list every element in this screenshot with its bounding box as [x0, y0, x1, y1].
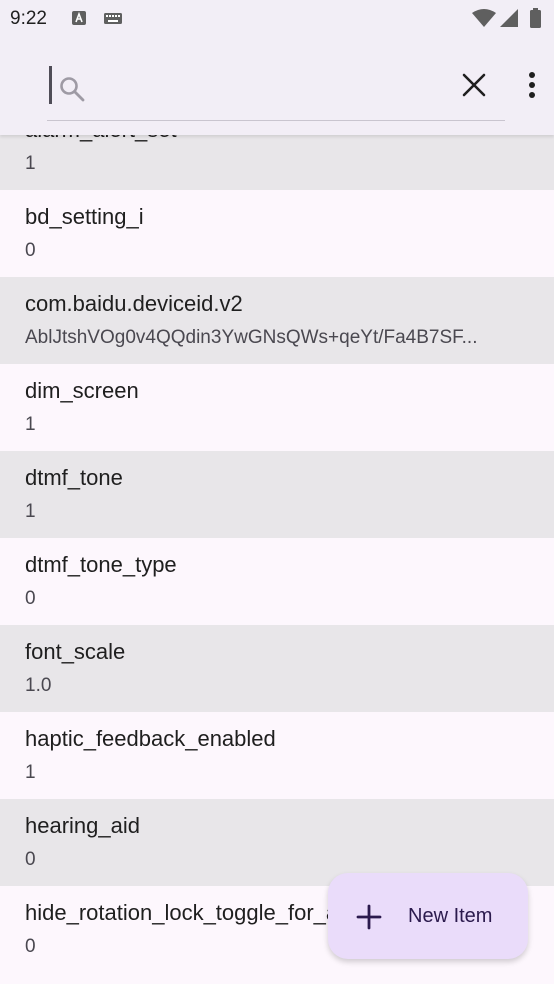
item-value: 1.0	[25, 675, 52, 696]
item-key: dim_screen	[25, 378, 139, 403]
item-value: 0	[25, 240, 36, 261]
item-value: 0	[25, 588, 36, 609]
list-item[interactable]: haptic_feedback_enabled 1	[0, 712, 554, 799]
new-item-label: New Item	[408, 905, 493, 927]
item-value: 1	[25, 414, 36, 435]
item-value: 1	[25, 153, 36, 174]
item-value: 0	[25, 849, 36, 870]
search-input[interactable]	[92, 64, 436, 110]
item-key: haptic_feedback_enabled	[25, 726, 276, 751]
more-vert-icon	[529, 72, 535, 98]
text-cursor	[49, 66, 52, 104]
more-options-button[interactable]	[514, 63, 550, 107]
item-key: dtmf_tone_type	[25, 552, 177, 577]
settings-list: alarm_alert_set 1 bd_setting_i 0 com.bai…	[0, 103, 554, 973]
item-value: 1	[25, 762, 36, 783]
screen: 9:22 1 bd_setting_i 0 com.baidu.deviceid…	[0, 0, 554, 984]
cell-signal-icon	[500, 9, 518, 27]
status-bar: 9:22	[0, 0, 554, 36]
plus-icon	[356, 904, 382, 930]
item-key: bd_setting_i	[25, 204, 144, 229]
item-key: hearing_aid	[25, 813, 140, 838]
list-item[interactable]: com.baidu.deviceid.v2 AblJtshVOg0v4QQdin…	[0, 277, 554, 364]
search-icon	[60, 77, 85, 102]
item-value: AblJtshVOg0v4QQdin3YwGNsQWs+qeYt/Fa4B7SF…	[25, 327, 478, 348]
search-underline	[47, 120, 505, 121]
text-a-icon	[72, 11, 86, 25]
keyboard-icon	[104, 13, 122, 24]
search-app-bar	[0, 36, 554, 135]
list-item[interactable]: bd_setting_i 0	[0, 190, 554, 277]
clear-search-button[interactable]	[452, 63, 496, 107]
item-key: com.baidu.deviceid.v2	[25, 291, 243, 316]
list-item[interactable]: dim_screen 1	[0, 364, 554, 451]
battery-icon	[530, 8, 541, 28]
item-key: dtmf_tone	[25, 465, 123, 490]
list-item[interactable]: dtmf_tone 1	[0, 451, 554, 538]
item-value: 1	[25, 501, 36, 522]
status-time: 9:22	[10, 8, 47, 29]
new-item-button[interactable]: New Item	[328, 873, 528, 959]
wifi-icon	[472, 9, 496, 27]
list-item[interactable]: font_scale 1.0	[0, 625, 554, 712]
list-item[interactable]: dtmf_tone_type 0	[0, 538, 554, 625]
item-key: font_scale	[25, 639, 126, 664]
close-icon	[462, 73, 486, 97]
